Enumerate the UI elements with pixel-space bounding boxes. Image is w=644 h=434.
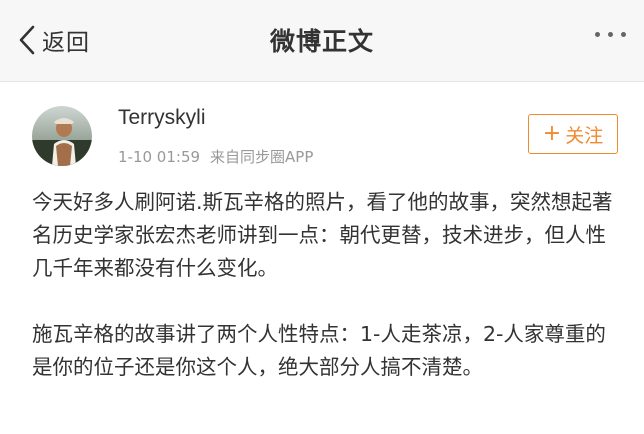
post-source: 来自同步圈APP — [210, 148, 314, 166]
page-title: 微博正文 — [269, 27, 374, 56]
post-content: 今天好多人刷阿诺.斯瓦辛格的照片，看了他的故事，突然想起著名历史学家张宏杰老师讲… — [32, 186, 622, 384]
follow-button[interactable]: + 关注 — [528, 114, 618, 154]
dot — [595, 32, 600, 37]
post-paragraph-1: 今天好多人刷阿诺.斯瓦辛格的照片，看了他的故事，突然想起著名历史学家张宏杰老师讲… — [32, 190, 613, 280]
username[interactable]: Terryskyli — [118, 106, 206, 130]
follow-label: 关注 — [565, 124, 604, 147]
dot — [608, 32, 613, 37]
more-dots-icon[interactable] — [595, 32, 626, 37]
dot — [621, 32, 626, 37]
post-time: 1-10 01:59 — [118, 148, 201, 166]
post-meta: 1-10 01:59 来自同步圈APP — [118, 146, 313, 167]
avatar[interactable] — [32, 106, 92, 166]
post-paragraph-2: 施瓦辛格的故事讲了两个人性特点：1-人走茶凉，2-人家尊重的是你的位子还是你这个… — [32, 322, 606, 379]
plus-icon: + — [542, 121, 562, 146]
weibo-post: Terryskyli 1-10 01:59 来自同步圈APP + 关注 今天好多人… — [0, 82, 644, 434]
top-navbar: 返回 微博正文 — [0, 0, 644, 82]
